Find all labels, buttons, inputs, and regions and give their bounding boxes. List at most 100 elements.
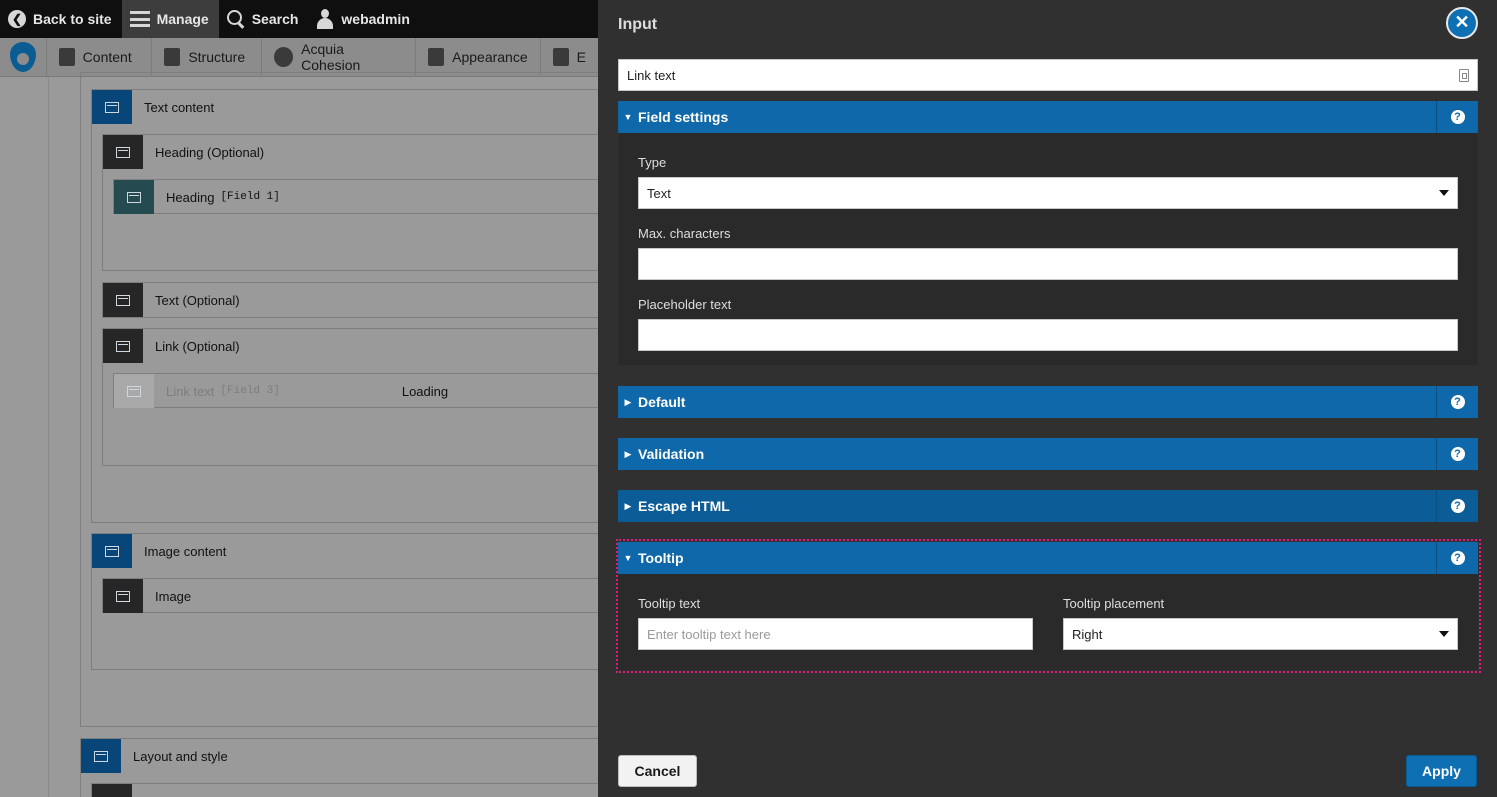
document-icon: [58, 48, 75, 66]
help-button[interactable]: ?: [1436, 386, 1478, 418]
layout-canvas: Text content Heading (Optional) Heading …: [48, 72, 598, 797]
field-tag: [Field 3]: [220, 385, 280, 397]
cancel-button[interactable]: Cancel: [618, 755, 697, 787]
tooltip-section-focus-outline: [616, 539, 1481, 673]
container-icon: [105, 101, 119, 113]
element-name-input[interactable]: Link text: [618, 59, 1478, 91]
help-button[interactable]: ?: [1436, 490, 1478, 522]
container-icon: [116, 590, 130, 602]
menu-item-label: Appearance: [452, 49, 528, 65]
user-icon: [316, 9, 334, 29]
section-title: Field settings: [638, 109, 729, 125]
drupal-drop-icon: [9, 42, 36, 72]
back-to-site-link[interactable]: ❮ Back to site: [0, 0, 122, 38]
heading-optional-row[interactable]: Heading (Optional): [103, 135, 264, 169]
section-title: Escape HTML: [638, 498, 730, 514]
text-optional-row[interactable]: Text (Optional): [103, 283, 240, 317]
manage-tab[interactable]: Manage: [121, 0, 219, 38]
link-optional-row[interactable]: Link (Optional): [103, 329, 240, 363]
menu-item-label: E: [576, 49, 586, 65]
element-label: Text content: [144, 99, 215, 115]
caret-right-icon: ▶: [624, 396, 632, 407]
user-tab[interactable]: webadmin: [308, 0, 419, 38]
element-label: Layout and style: [133, 748, 228, 764]
menu-item-structure[interactable]: Structure: [152, 37, 262, 77]
manage-label: Manage: [156, 11, 209, 27]
link-text-field-row[interactable]: Link text [Field 3] Loading: [114, 374, 598, 408]
back-arrow-icon: ❮: [8, 10, 26, 28]
element-label: Link text: [166, 383, 215, 399]
page-background: ❮ Back to site Manage Search webadmin Co…: [0, 0, 598, 797]
search-icon: [226, 10, 245, 28]
heading-field-row[interactable]: Heading [Field 1]: [114, 180, 280, 214]
clipboard-icon[interactable]: [1459, 68, 1469, 82]
field-tag: [Field 1]: [220, 191, 280, 203]
image-content-row[interactable]: Image content: [92, 534, 226, 568]
container-icon: [105, 545, 119, 557]
back-to-site-label: Back to site: [33, 11, 112, 27]
close-button[interactable]: ✕: [1446, 7, 1478, 39]
help-icon: ?: [1450, 110, 1465, 124]
layout-sub-box: [91, 783, 598, 797]
help-icon: ?: [1450, 395, 1465, 409]
placeholder-text-label: Placeholder text: [638, 297, 732, 312]
loading-indicator: Loading: [401, 383, 449, 399]
element-label: Image content: [144, 543, 227, 559]
field-settings-body: Type Text Max. characters Placeholder te…: [618, 133, 1478, 365]
section-validation[interactable]: ▶ Validation ?: [618, 438, 1478, 470]
element-label: Heading: [166, 189, 215, 205]
container-icon: [116, 146, 130, 158]
placeholder-text-input[interactable]: [638, 319, 1458, 351]
folder-icon: [94, 750, 108, 762]
puzzle-icon: [552, 48, 569, 66]
element-name-value: Link text: [627, 67, 676, 83]
apply-button[interactable]: Apply: [1406, 755, 1477, 787]
layout-style-row[interactable]: Layout and style: [81, 739, 228, 773]
element-label: Text (Optional): [155, 292, 240, 308]
section-title: Validation: [638, 446, 705, 462]
element-label: Image: [155, 588, 192, 604]
element-label: Link (Optional): [155, 338, 240, 354]
menu-item-extend[interactable]: E: [541, 38, 598, 77]
help-button[interactable]: ?: [1436, 101, 1478, 133]
help-icon: ?: [1450, 447, 1465, 461]
section-title: Default: [638, 394, 686, 410]
menu-item-content[interactable]: Content: [47, 37, 153, 77]
section-field-settings[interactable]: ▼ Field settings ?: [618, 101, 1478, 133]
menu-item-label: Content: [82, 49, 132, 65]
structure-icon: [164, 48, 181, 66]
caret-right-icon: ▶: [624, 448, 632, 459]
text-content-row[interactable]: Text content: [92, 90, 214, 124]
close-icon: ✕: [1454, 12, 1470, 32]
field-icon: [127, 191, 141, 203]
section-escape-html[interactable]: ▶ Escape HTML ?: [618, 490, 1478, 522]
modal-title: Input: [618, 16, 658, 33]
cohesion-icon: [273, 47, 294, 67]
search-tab[interactable]: Search: [219, 0, 309, 38]
max-characters-label: Max. characters: [638, 226, 731, 241]
menu-item-label: Structure: [188, 49, 246, 65]
menu-icon: [129, 11, 150, 27]
element-label: Heading (Optional): [155, 144, 265, 160]
chevron-down-icon: [1439, 190, 1449, 196]
container-icon: [116, 340, 130, 352]
caret-right-icon: ▶: [624, 500, 632, 511]
type-select[interactable]: Text: [638, 177, 1458, 209]
menu-item-label: Acquia Cohesion: [301, 41, 361, 73]
type-select-value: Text: [647, 185, 671, 201]
help-icon: ?: [1450, 499, 1465, 513]
layout-sub-row: [92, 784, 132, 797]
field-icon: [127, 385, 141, 397]
section-default[interactable]: ▶ Default ?: [618, 386, 1478, 418]
max-characters-input[interactable]: [638, 248, 1458, 280]
paintbrush-icon: [428, 48, 445, 66]
image-row[interactable]: Image: [103, 579, 191, 613]
help-button[interactable]: ?: [1436, 438, 1478, 470]
container-icon: [116, 294, 130, 306]
type-label: Type: [638, 155, 667, 170]
menu-item-appearance[interactable]: Appearance: [416, 37, 541, 77]
caret-down-icon: ▼: [623, 112, 633, 122]
menu-item-acquia-cohesion[interactable]: Acquia Cohesion: [262, 37, 417, 77]
user-label: webadmin: [341, 11, 410, 27]
drupal-logo[interactable]: [0, 37, 47, 77]
